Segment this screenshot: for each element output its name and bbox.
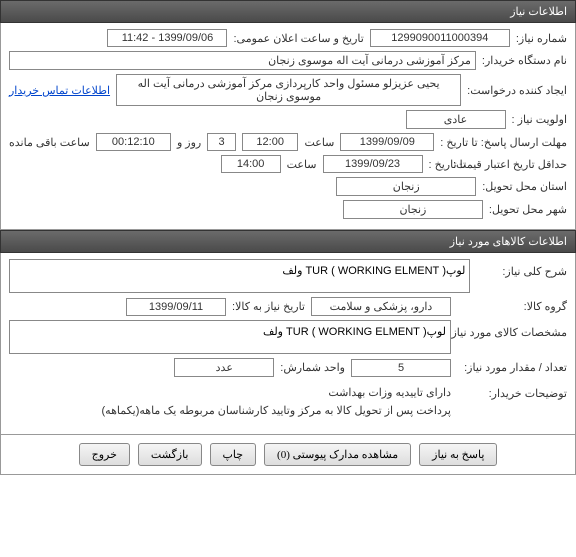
validity-date-field: 1399/09/23 <box>323 155 423 173</box>
deadline-time-label: ساعت <box>304 136 334 149</box>
row-requester: ایجاد کننده درخواست: یحیی عزیزلو مسئول و… <box>9 74 567 106</box>
validity-time-label: ساعت <box>287 158 317 171</box>
remaining-label: ساعت باقی مانده <box>9 136 90 149</box>
delivery-province-field: زنجان <box>336 177 476 196</box>
delivery-city-label: شهر محل تحویل: <box>489 203 567 216</box>
overall-desc-field: لوپ( TUR ( WORKING ELMENT ولف <box>9 259 470 293</box>
unit-label: واحد شمارش: <box>280 361 345 374</box>
priority-field: عادی <box>406 110 506 129</box>
need-date-field: 1399/09/11 <box>126 298 226 316</box>
row-buyer-notes: توضیحات خریدار: دارای تاییدیه وزات بهداش… <box>9 381 567 424</box>
row-deadline: مهلت ارسال پاسخ: تا تاریخ : 1399/09/09 س… <box>9 133 567 151</box>
need-number-field: 1299090011000394 <box>370 29 510 47</box>
exit-button[interactable]: خروج <box>79 443 130 466</box>
section2-title: اطلاعات کالاهای مورد نیاز <box>450 236 567 248</box>
goods-spec-field: لوپ( TUR ( WORKING ELMENT ولف <box>9 320 451 354</box>
respond-button[interactable]: پاسخ به نیاز <box>419 443 497 466</box>
buyer-org-label: نام دستگاه خریدار: <box>482 54 567 67</box>
goods-group-field: دارو، پزشکی و سلامت <box>311 297 451 316</box>
section2-header: اطلاعات کالاهای مورد نیاز <box>0 230 576 253</box>
section2-body: شرح کلی نیاز: لوپ( TUR ( WORKING ELMENT … <box>0 253 576 435</box>
row-buyer-org: نام دستگاه خریدار: مرکز آموزشی درمانی آی… <box>9 51 567 70</box>
buyer-org-field: مرکز آموزشی درمانی آیت اله موسوی زنجان <box>9 51 476 70</box>
delivery-city-field: زنجان <box>343 200 483 219</box>
priority-label: اولویت نیاز : <box>512 113 567 126</box>
goods-spec-label: مشخصات کالای مورد نیاز: <box>457 320 567 339</box>
row-need-number: شماره نیاز: 1299090011000394 تاریخ و ساع… <box>9 29 567 47</box>
overall-desc-label: شرح کلی نیاز: <box>476 259 567 278</box>
buyer-notes-line2: پرداخت پس از تحویل کالا به مرکز وتایید ک… <box>102 403 451 421</box>
quantity-label: تعداد / مقدار مورد نیاز: <box>457 361 567 374</box>
delivery-province-label: استان محل تحویل: <box>482 180 567 193</box>
print-button[interactable]: چاپ <box>210 443 257 466</box>
requester-field: یحیی عزیزلو مسئول واحد کارپردازی مرکز آم… <box>116 74 461 106</box>
row-goods-group: گروه کالا: دارو، پزشکی و سلامت تاریخ نیا… <box>9 297 567 316</box>
requester-label: ایجاد کننده درخواست: <box>467 84 567 97</box>
validity-label: حداقل تاریخ اعتبار قیمت: <box>472 158 567 171</box>
need-number-label: شماره نیاز: <box>516 32 567 45</box>
announce-datetime-label: تاریخ و ساعت اعلان عمومی: <box>233 32 363 45</box>
row-goods-spec: مشخصات کالای مورد نیاز: لوپ( TUR ( WORKI… <box>9 320 567 354</box>
attachments-button[interactable]: مشاهده مدارک پیوستی (0) <box>264 443 411 466</box>
goods-group-label: گروه کالا: <box>457 300 567 313</box>
section1-body: شماره نیاز: 1299090011000394 تاریخ و ساع… <box>0 23 576 230</box>
buyer-notes-label: توضیحات خریدار: <box>457 381 567 400</box>
back-button[interactable]: بازگشت <box>138 443 202 466</box>
row-priority: اولویت نیاز : عادی <box>9 110 567 129</box>
button-bar: پاسخ به نیاز مشاهده مدارک پیوستی (0) چاپ… <box>0 435 576 475</box>
row-delivery-city: شهر محل تحویل: زنجان <box>9 200 567 219</box>
quantity-field: 5 <box>351 359 451 377</box>
days-label: روز و <box>177 136 201 149</box>
days-remaining-field: 3 <box>207 133 236 151</box>
row-delivery-province: استان محل تحویل: زنجان <box>9 177 567 196</box>
announce-datetime-field: 1399/09/06 - 11:42 <box>107 29 227 47</box>
validity-to-label: تا تاریخ : <box>429 158 466 171</box>
row-quantity: تعداد / مقدار مورد نیاز: 5 واحد شمارش: ع… <box>9 358 567 377</box>
contact-link[interactable]: اطلاعات تماس خریدار <box>9 84 110 97</box>
validity-time-field: 14:00 <box>221 155 281 173</box>
need-date-label: تاریخ نیاز به کالا: <box>232 300 305 313</box>
section1-title: اطلاعات نیاز <box>510 6 567 18</box>
deadline-time-field: 12:00 <box>242 133 299 151</box>
buyer-notes-line1: دارای تاییدیه وزات بهداشت <box>102 385 451 403</box>
row-overall-desc: شرح کلی نیاز: لوپ( TUR ( WORKING ELMENT … <box>9 259 567 293</box>
buyer-notes-text: دارای تاییدیه وزات بهداشت پرداخت پس از ت… <box>102 381 451 424</box>
section1-header: اطلاعات نیاز <box>0 0 576 23</box>
deadline-label: مهلت ارسال پاسخ: تا تاریخ : <box>440 136 567 149</box>
deadline-date-field: 1399/09/09 <box>340 133 434 151</box>
hours-remaining-field: 00:12:10 <box>96 133 171 151</box>
unit-field: عدد <box>174 358 274 377</box>
row-validity: حداقل تاریخ اعتبار قیمت: تا تاریخ : 1399… <box>9 155 567 173</box>
